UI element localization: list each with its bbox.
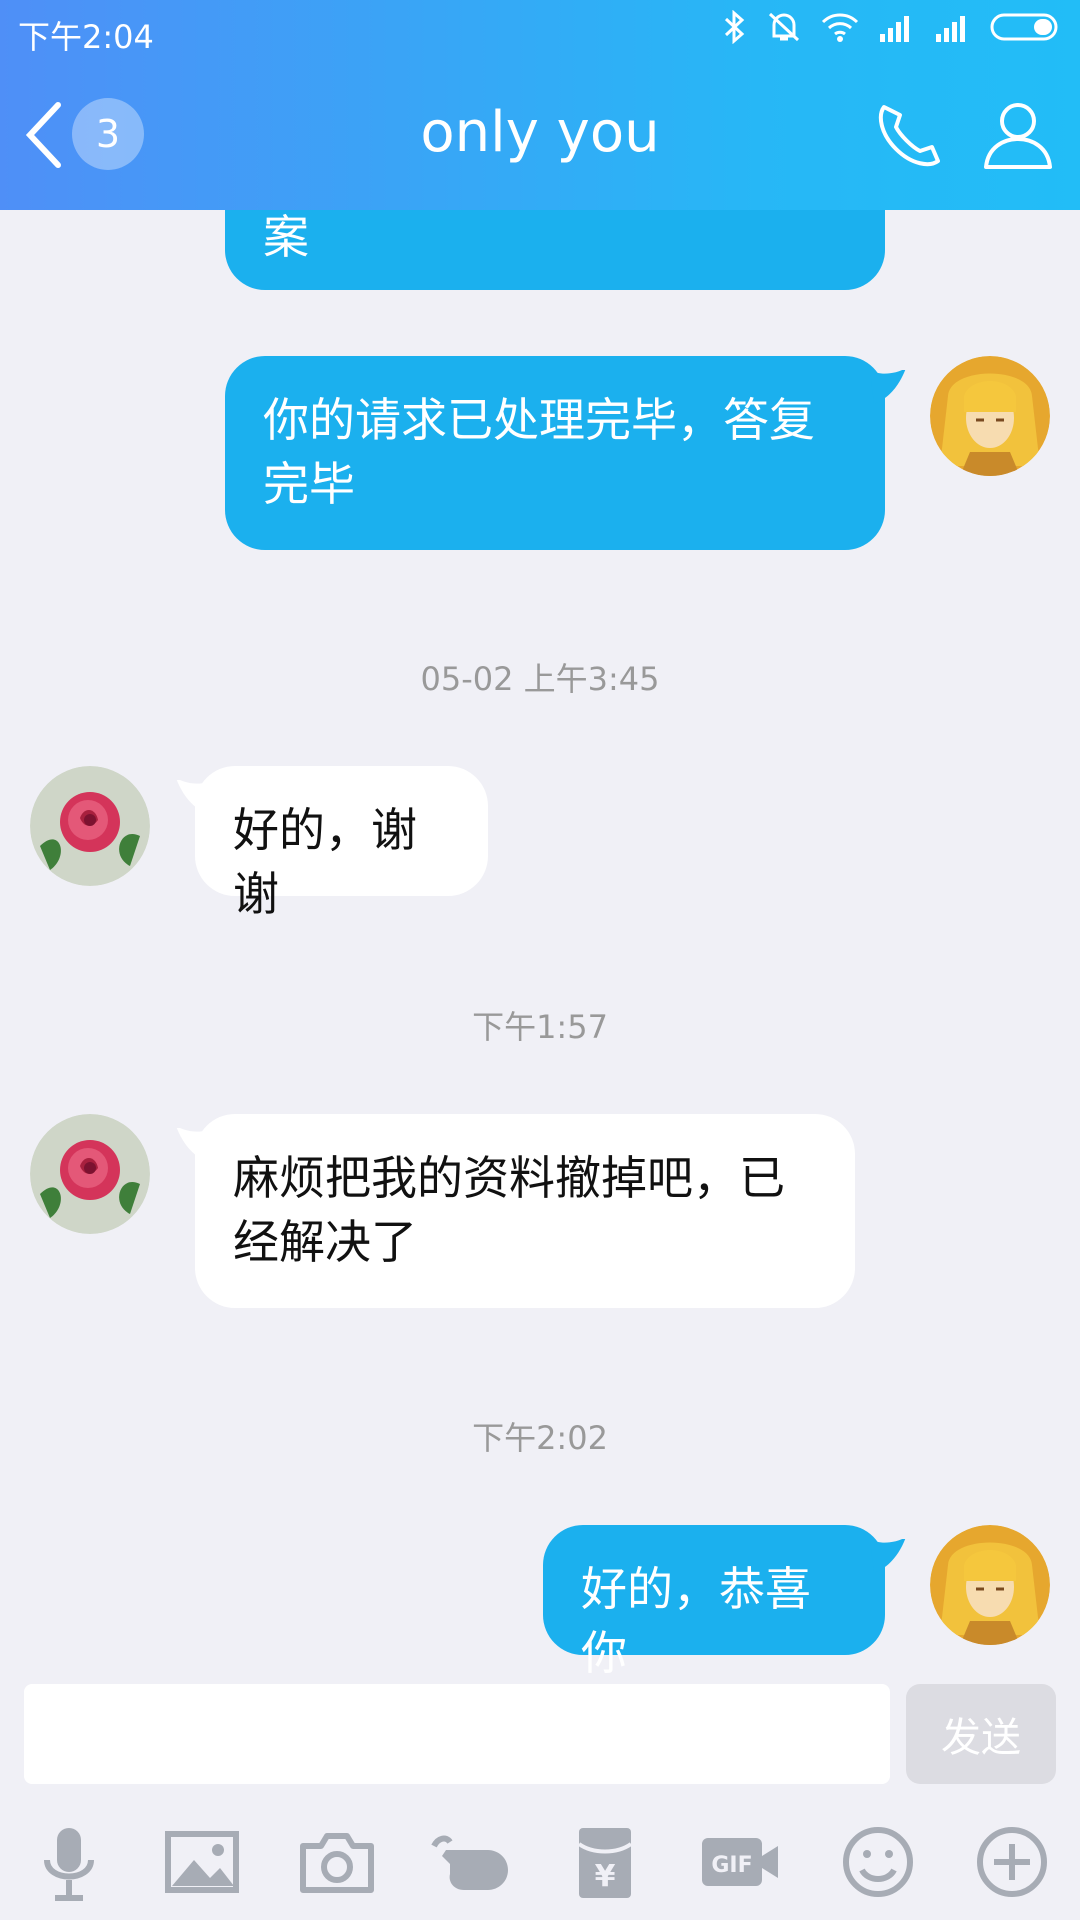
- chat-toolbar: ¥ GIF: [0, 1800, 1080, 1920]
- plus-icon[interactable]: [970, 1820, 1054, 1904]
- wifi-icon: [821, 13, 859, 42]
- image-icon[interactable]: [160, 1820, 244, 1904]
- message-bubble-incoming[interactable]: 麻烦把我的资料撤掉吧，已经解决了: [195, 1114, 855, 1308]
- contact-avatar[interactable]: [30, 1114, 150, 1234]
- message-text: 好的，谢谢: [233, 803, 417, 921]
- message-bubble-outgoing[interactable]: 好的，恭喜你: [543, 1525, 885, 1680]
- svg-text:¥: ¥: [595, 1859, 616, 1894]
- message-bubble-outgoing[interactable]: 案: [225, 210, 885, 290]
- emoji-icon[interactable]: [836, 1820, 920, 1904]
- contact-profile-icon[interactable]: [978, 95, 1058, 175]
- message-text: 麻烦把我的资料撤掉吧，已经解决了: [233, 1151, 785, 1269]
- gif-icon[interactable]: GIF: [698, 1820, 782, 1904]
- signal-icon-2: [936, 16, 965, 42]
- timestamp: 下午1:57: [472, 1008, 608, 1046]
- signal-icon: [880, 16, 909, 42]
- message-bubble-incoming[interactable]: 好的，谢谢: [195, 766, 488, 921]
- status-icons: [722, 10, 1062, 44]
- bubble-tail: [870, 370, 906, 404]
- contact-avatar[interactable]: [30, 766, 150, 886]
- red-packet-icon[interactable]: ¥: [563, 1820, 647, 1904]
- svg-text:GIF: GIF: [711, 1853, 752, 1878]
- status-time: 下午2:04: [18, 18, 154, 56]
- timestamp: 下午2:02: [472, 1419, 608, 1457]
- send-button[interactable]: 发送: [906, 1684, 1056, 1784]
- camera-icon[interactable]: [295, 1820, 379, 1904]
- message-bubble-outgoing[interactable]: 你的请求已处理完毕，答复完毕: [225, 356, 885, 550]
- bluetooth-icon: [724, 10, 745, 44]
- poke-icon[interactable]: [428, 1820, 512, 1904]
- my-avatar[interactable]: [930, 1525, 1050, 1645]
- battery-icon: [990, 13, 1058, 41]
- bubble-tail: [870, 1539, 906, 1573]
- my-avatar[interactable]: [930, 356, 1050, 476]
- mute-bell-icon: [768, 12, 800, 42]
- message-text: 案: [263, 210, 309, 264]
- message-input[interactable]: [24, 1684, 890, 1784]
- phone-icon[interactable]: [870, 95, 950, 175]
- message-list[interactable]: 案 你的请求已处理完毕，答复完毕 05-02 上午3:45 好的，谢谢 下午1:…: [0, 210, 1080, 1680]
- microphone-icon[interactable]: [27, 1820, 111, 1904]
- message-input-bar: 发送: [0, 1680, 1080, 1790]
- message-text: 你的请求已处理完毕，答复完毕: [263, 393, 815, 511]
- timestamp: 05-02 上午3:45: [420, 660, 660, 698]
- message-text: 好的，恭喜你: [581, 1562, 811, 1680]
- chat-header: 下午2:04 3 only you: [0, 0, 1080, 210]
